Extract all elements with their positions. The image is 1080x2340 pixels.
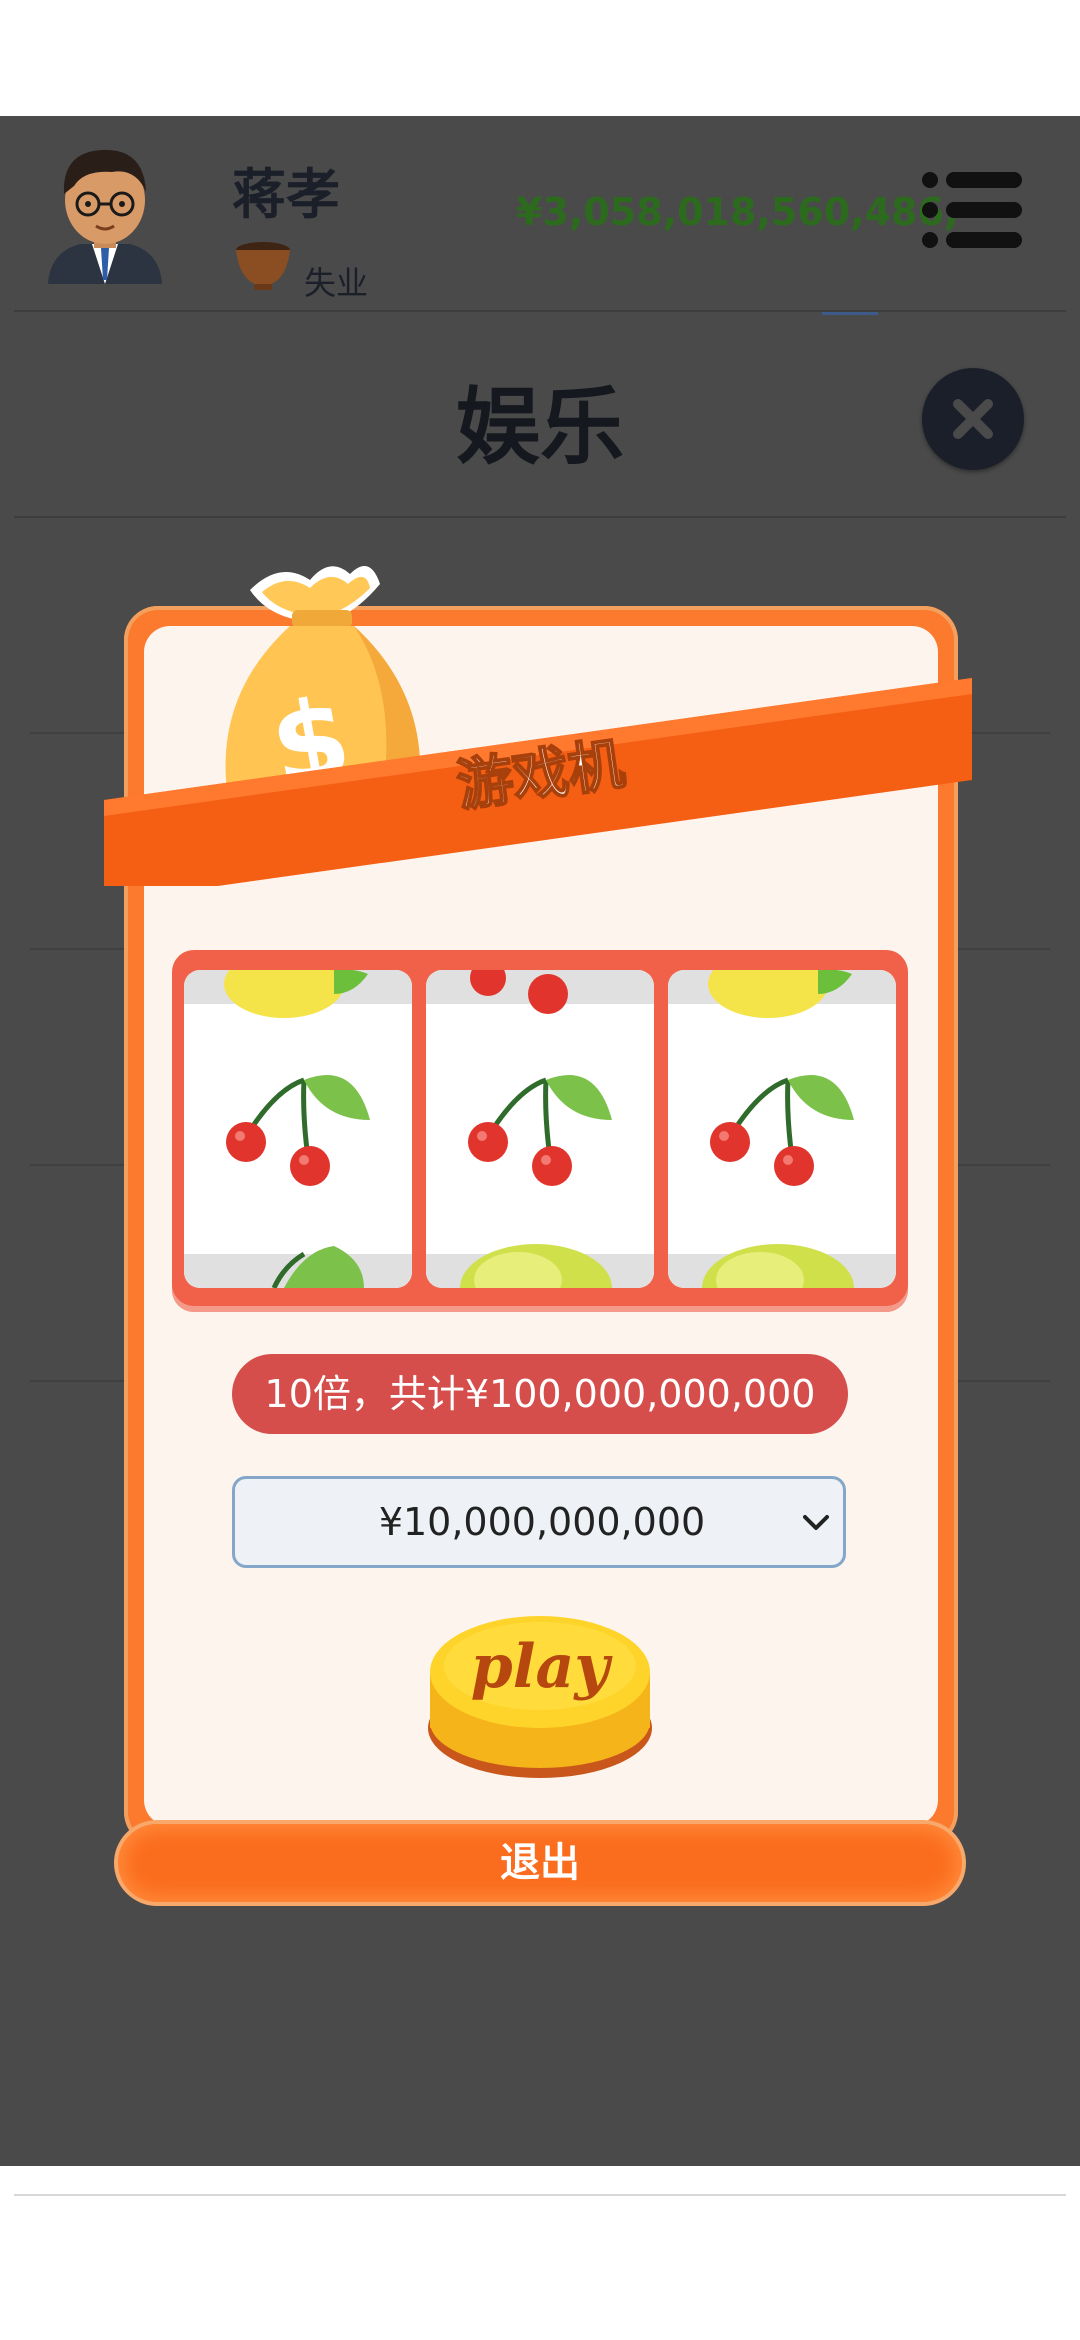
money-balance: ¥3,058,018,560,486, xyxy=(516,190,959,234)
lemon-icon xyxy=(224,970,344,1018)
leaf-icon xyxy=(284,1246,364,1288)
lemon-icon xyxy=(708,970,828,1018)
bowl-icon xyxy=(234,240,292,292)
cherry-icon xyxy=(470,970,506,996)
header-divider xyxy=(14,310,1066,312)
payout-badge: 10倍，共计¥100,000,000,000 xyxy=(232,1354,848,1434)
cherry-icon xyxy=(468,1075,612,1186)
menu-icon[interactable] xyxy=(920,170,1024,250)
title-divider xyxy=(14,516,1066,518)
profile-header: 蒋孝 失业 ¥3,058,018,560,486, xyxy=(0,116,1080,312)
bottom-bar-area xyxy=(0,2166,1080,2340)
reel-3 xyxy=(668,970,896,1288)
cherry-icon xyxy=(226,1075,370,1186)
reel-1 xyxy=(184,970,412,1288)
status-bar-area xyxy=(0,0,1080,116)
tab-indicator xyxy=(822,312,878,315)
close-button[interactable] xyxy=(922,368,1024,470)
play-label: play xyxy=(470,1632,610,1702)
bet-selected-value: ¥10,000,000,000 xyxy=(378,1500,706,1544)
play-button[interactable]: play xyxy=(424,1610,656,1782)
businessman-avatar-icon[interactable] xyxy=(40,134,170,294)
exit-label: 退出 xyxy=(500,1840,580,1886)
cherry-icon xyxy=(710,1075,854,1186)
bottom-divider xyxy=(14,2194,1066,2196)
close-icon xyxy=(953,399,993,439)
bet-amount-select[interactable]: ¥10,000,000,000 xyxy=(232,1476,846,1568)
page-title: 娱乐 xyxy=(455,378,624,476)
job-status: 失业 xyxy=(304,264,369,302)
slot-reels xyxy=(172,950,908,1312)
title-ribbon: 游戏机 xyxy=(104,676,980,902)
username: 蒋孝 xyxy=(232,163,340,226)
chevron-down-icon xyxy=(801,1507,831,1537)
slot-machine-title: 游戏机 xyxy=(453,732,628,820)
exit-button[interactable]: 退出 xyxy=(114,1820,966,1906)
reel-2 xyxy=(426,970,654,1288)
